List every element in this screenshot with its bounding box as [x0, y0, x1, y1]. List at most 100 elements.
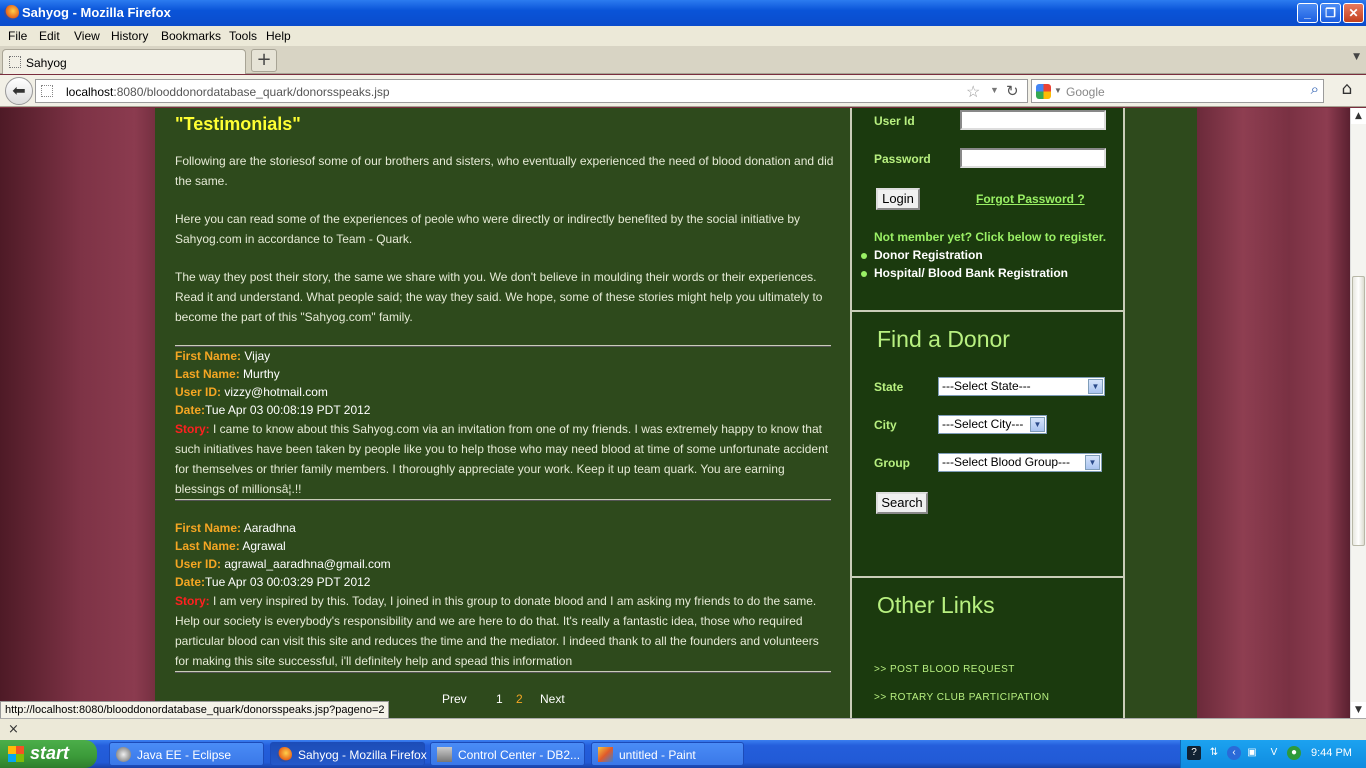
db2-icon — [437, 747, 452, 762]
sidebar-divider — [852, 310, 1123, 312]
url-text: localhost:8080/blooddonordatabase_quark/… — [66, 85, 390, 99]
sidebar-divider — [852, 576, 1123, 578]
user-id-label: User ID: — [175, 557, 222, 571]
restore-button[interactable]: ❐ — [1320, 3, 1341, 23]
tab-bar: Sahyog + ▼ — [0, 46, 1366, 74]
start-button[interactable]: start — [0, 740, 97, 768]
bullet-icon — [861, 253, 867, 259]
city-select[interactable]: ---Select City--- ▼ — [938, 415, 1047, 434]
search-button[interactable]: Search — [876, 492, 928, 514]
page-viewport: "Testimonials" Following are the stories… — [0, 108, 1350, 718]
menu-view[interactable]: View — [74, 29, 100, 43]
bullet-icon — [861, 271, 867, 277]
rotary-club-link[interactable]: >> ROTARY CLUB PARTICIPATION — [874, 692, 1050, 703]
task-paint[interactable]: untitled - Paint — [591, 742, 744, 766]
date-label: Date: — [175, 575, 206, 589]
tab-list-icon[interactable]: ▼ — [1353, 52, 1360, 62]
close-button[interactable]: ✕ — [1343, 3, 1364, 23]
group-label: Group — [874, 456, 910, 470]
menu-edit[interactable]: Edit — [39, 29, 60, 43]
content-margin — [1125, 108, 1197, 718]
security-icon[interactable]: ● — [1287, 746, 1301, 760]
menu-bar: File Edit View History Bookmarks Tools H… — [0, 26, 1366, 46]
post-blood-request-link[interactable]: >> POST BLOOD REQUEST — [874, 664, 1015, 675]
page-icon — [9, 56, 21, 68]
reload-icon[interactable]: ↻ — [1006, 82, 1019, 100]
chevron-down-icon: ▼ — [1030, 417, 1045, 432]
vpn-icon[interactable]: V — [1267, 746, 1281, 760]
close-addon-bar-icon[interactable]: × — [8, 722, 19, 737]
scroll-up-icon[interactable]: ▲ — [1351, 108, 1366, 124]
donor-registration-link[interactable]: Donor Registration — [874, 248, 983, 262]
new-tab-button[interactable]: + — [251, 49, 277, 72]
register-prompt: Not member yet? Click below to register. — [874, 230, 1107, 244]
user-id-input[interactable] — [960, 110, 1106, 130]
state-label: State — [874, 380, 904, 394]
last-name-value: Murthy — [243, 367, 280, 381]
menu-help[interactable]: Help — [266, 29, 291, 43]
back-button[interactable]: ⬅ — [5, 77, 33, 105]
user-id-label: User ID: — [175, 385, 222, 399]
chevron-down-icon: ▼ — [1085, 455, 1100, 470]
url-history-dropdown-icon[interactable]: ▼ — [990, 85, 999, 95]
password-input[interactable] — [960, 148, 1106, 168]
search-engine-dropdown-icon[interactable]: ▼ — [1054, 86, 1062, 95]
divider — [175, 499, 831, 501]
status-link-url: http://localhost:8080/blooddonordatabase… — [0, 701, 390, 719]
password-label: Password — [874, 152, 931, 166]
menu-tools[interactable]: Tools — [229, 29, 257, 43]
story-text: I am very inspired by this. Today, I joi… — [175, 594, 819, 668]
minimize-button[interactable]: _ — [1297, 3, 1318, 23]
menu-bookmarks[interactable]: Bookmarks — [161, 29, 221, 43]
divider — [175, 671, 831, 673]
sidebar: User Id Password Login Forgot Password ?… — [850, 108, 1125, 718]
menu-history[interactable]: History — [111, 29, 148, 43]
first-name-value: Vijay — [244, 349, 271, 363]
site-identity-icon[interactable] — [41, 85, 53, 97]
home-icon[interactable]: ⌂ — [1334, 79, 1360, 103]
scroll-down-icon[interactable]: ▼ — [1351, 702, 1366, 718]
firefox-icon — [4, 5, 19, 20]
vertical-scrollbar[interactable]: ▲ ▼ — [1350, 108, 1366, 718]
prev-link[interactable]: Prev — [442, 692, 467, 706]
last-name-value: Agrawal — [242, 539, 286, 553]
next-link[interactable]: Next — [540, 692, 565, 706]
search-bar[interactable]: ▼ Google ⌕ — [1031, 79, 1324, 103]
date-value: Tue Apr 03 00:08:19 PDT 2012 — [205, 403, 371, 417]
url-bar[interactable]: localhost:8080/blooddonordatabase_quark/… — [35, 79, 1028, 103]
firefox-icon — [277, 747, 292, 762]
chevron-down-icon: ▼ — [1088, 379, 1103, 394]
tab-sahyog[interactable]: Sahyog — [2, 49, 246, 74]
date-value: Tue Apr 03 00:03:29 PDT 2012 — [205, 575, 371, 589]
page-1-link[interactable]: 1 — [496, 692, 503, 706]
page-content: "Testimonials" Following are the stories… — [155, 108, 1197, 718]
city-label: City — [874, 418, 897, 432]
task-control-center[interactable]: Control Center - DB2... — [430, 742, 585, 766]
story-label: Story: — [175, 594, 210, 608]
task-eclipse[interactable]: Java EE - Eclipse — [109, 742, 264, 766]
google-icon[interactable] — [1036, 84, 1051, 99]
forgot-password-link[interactable]: Forgot Password ? — [976, 192, 1085, 206]
task-firefox[interactable]: Sahyog - Mozilla Firefox — [270, 742, 427, 766]
user-id-label: User Id — [874, 114, 915, 128]
user-id-value: vizzy@hotmail.com — [224, 385, 328, 399]
window-title-bar: Sahyog - Mozilla Firefox _ ❐ ✕ — [0, 0, 1366, 26]
first-name-value: Aaradhna — [243, 521, 296, 535]
login-button[interactable]: Login — [876, 188, 920, 210]
state-select[interactable]: ---Select State--- ▼ — [938, 377, 1105, 396]
search-icon[interactable]: ⌕ — [1311, 81, 1319, 98]
background-curtain — [1197, 108, 1350, 718]
menu-file[interactable]: File — [8, 29, 27, 43]
expand-tray-icon[interactable]: ‹ — [1227, 746, 1241, 760]
blood-group-select[interactable]: ---Select Blood Group--- ▼ — [938, 453, 1102, 472]
display-icon[interactable]: ▣ — [1245, 746, 1259, 760]
bookmark-star-icon[interactable]: ☆ — [966, 82, 980, 102]
hospital-registration-link[interactable]: Hospital/ Blood Bank Registration — [874, 266, 1068, 280]
scroll-thumb[interactable] — [1352, 276, 1365, 546]
help-icon[interactable]: ? — [1187, 746, 1201, 760]
date-label: Date: — [175, 403, 206, 417]
last-name-label: Last Name: — [175, 367, 240, 381]
network-icon[interactable]: ⇅ — [1207, 746, 1221, 760]
windows-logo-icon — [8, 746, 24, 762]
eclipse-icon — [116, 747, 131, 762]
